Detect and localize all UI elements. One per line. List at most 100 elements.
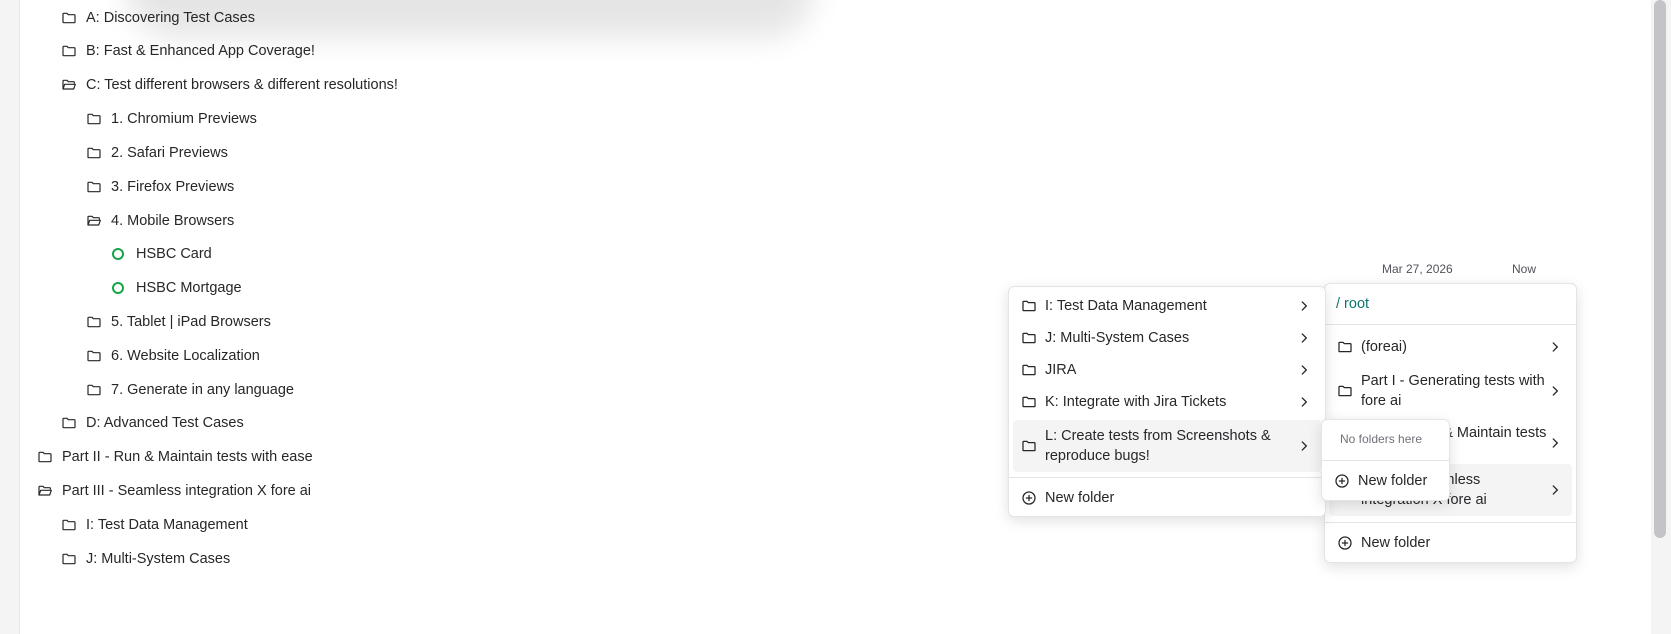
folder-open-icon <box>36 483 54 499</box>
plus-circle-icon <box>1334 473 1350 489</box>
menu-item-label: (foreai) <box>1361 339 1407 355</box>
folder-open-icon <box>85 213 103 229</box>
tree-item-label: 5. Tablet | iPad Browsers <box>111 314 271 330</box>
tree-item-label: J: Multi-System Cases <box>86 551 231 567</box>
chevron-right-icon <box>1548 340 1562 354</box>
tree-item-label: D: Advanced Test Cases <box>86 415 244 431</box>
folder-icon <box>36 449 54 465</box>
tree-item-part-iii[interactable]: Part III - Seamless integration X fore a… <box>36 473 311 509</box>
part-iii-submenu: I: Test Data Management J: Multi-System … <box>1008 286 1326 517</box>
folder-icon <box>60 415 78 431</box>
plus-circle-icon <box>1021 490 1037 506</box>
divider <box>1009 477 1325 478</box>
chevron-right-icon <box>1297 331 1311 345</box>
status-circle-icon <box>112 248 124 260</box>
folder-icon <box>85 179 103 195</box>
empty-folder-popup: No folders here New folder <box>1321 419 1450 501</box>
folder-icon <box>85 348 103 364</box>
root-new-folder-button[interactable]: New folder <box>1329 528 1572 558</box>
submenu-item-jira-tickets[interactable]: K: Integrate with Jira Tickets <box>1013 386 1321 418</box>
folder-icon <box>60 551 78 567</box>
divider <box>1322 460 1449 461</box>
chevron-right-icon <box>1297 299 1311 313</box>
folder-icon <box>60 43 78 59</box>
tree-item-generate[interactable]: 7. Generate in any language <box>85 372 294 408</box>
root-menu-item-part-i[interactable]: Part I - Generating tests with fore ai <box>1329 366 1572 416</box>
tree-item-label: I: Test Data Management <box>86 517 248 533</box>
tree-item-label: 4. Mobile Browsers <box>111 213 235 229</box>
submenu-item-screenshots[interactable]: L: Create tests from Screenshots & repro… <box>1013 420 1321 472</box>
tree-item-test-data[interactable]: I: Test Data Management <box>60 507 248 543</box>
tree-item-label: B: Fast & Enhanced App Coverage! <box>86 43 315 59</box>
folder-icon <box>85 111 103 127</box>
scrollbar-thumb[interactable] <box>1654 0 1666 538</box>
tree-item-localization[interactable]: 6. Website Localization <box>85 338 260 374</box>
folder-icon <box>1021 298 1037 314</box>
folder-icon <box>85 145 103 161</box>
chevron-right-icon <box>1548 436 1562 450</box>
root-path[interactable]: / root <box>1336 296 1369 312</box>
menu-item-label: L: Create tests from Screenshots & repro… <box>1045 428 1271 464</box>
folder-icon <box>1337 339 1353 355</box>
chevron-right-icon <box>1548 384 1562 398</box>
time-column-value: Now <box>1512 262 1537 276</box>
tree-item-a[interactable]: A: Discovering Test Cases <box>60 0 255 36</box>
tree-item-label: 3. Firefox Previews <box>111 179 235 195</box>
submenu-item-jira[interactable]: JIRA <box>1013 354 1321 386</box>
chevron-right-icon <box>1548 483 1562 497</box>
tree-item-part-ii[interactable]: Part II - Run & Maintain tests with ease <box>36 439 313 475</box>
tree-item-label: 1. Chromium Previews <box>111 111 257 127</box>
tree-item-chromium[interactable]: 1. Chromium Previews <box>85 101 257 137</box>
menu-item-label: New folder <box>1045 490 1115 506</box>
folder-icon <box>85 314 103 330</box>
tree-item-c[interactable]: C: Test different browsers & different r… <box>60 67 398 103</box>
submenu-item-test-data[interactable]: I: Test Data Management <box>1013 290 1321 322</box>
folder-icon <box>1337 383 1353 399</box>
empty-folder-message: No folders here <box>1340 432 1423 446</box>
folder-open-icon <box>60 77 78 93</box>
chevron-right-icon <box>1297 439 1311 453</box>
menu-item-label: J: Multi-System Cases <box>1045 330 1190 346</box>
folder-icon <box>1021 438 1037 454</box>
tree-item-label: 6. Website Localization <box>111 348 260 364</box>
tree-item-mobile[interactable]: 4. Mobile Browsers <box>85 203 234 239</box>
tree-item-label: C: Test different browsers & different r… <box>86 77 398 93</box>
root-menu-item-foreai[interactable]: (foreai) <box>1329 331 1572 363</box>
folder-icon <box>60 517 78 533</box>
menu-item-label: New folder <box>1361 535 1431 551</box>
tree-item-firefox[interactable]: 3. Firefox Previews <box>85 169 234 205</box>
menu-item-label: K: Integrate with Jira Tickets <box>1045 394 1227 410</box>
tree-item-hsbc-card[interactable]: HSBC Card <box>109 236 212 272</box>
tree-item-label: HSBC Card <box>136 246 212 262</box>
date-column-value: Mar 27, 2026 <box>1382 262 1453 276</box>
tree-item-label: Part III - Seamless integration X fore a… <box>62 483 312 499</box>
menu-item-label: JIRA <box>1045 362 1077 378</box>
folder-icon <box>85 382 103 398</box>
tree-item-label: A: Discovering Test Cases <box>86 10 255 26</box>
folder-icon <box>60 10 78 26</box>
folder-icon <box>1021 330 1037 346</box>
submenu-new-folder-button[interactable]: New folder <box>1013 483 1321 513</box>
chevron-right-icon <box>1297 395 1311 409</box>
tree-item-safari[interactable]: 2. Safari Previews <box>85 135 228 171</box>
tree-item-multi-system[interactable]: J: Multi-System Cases <box>60 541 230 577</box>
tree-item-hsbc-mortgage[interactable]: HSBC Mortgage <box>109 270 242 306</box>
tree-item-b[interactable]: B: Fast & Enhanced App Coverage! <box>60 33 315 69</box>
menu-item-label: I: Test Data Management <box>1045 298 1207 314</box>
status-circle-icon <box>112 282 124 294</box>
tree-item-d[interactable]: D: Advanced Test Cases <box>60 405 244 441</box>
chevron-right-icon <box>1297 363 1311 377</box>
divider <box>1325 522 1576 523</box>
tree-item-tablet[interactable]: 5. Tablet | iPad Browsers <box>85 304 271 340</box>
submenu-item-multi-system[interactable]: J: Multi-System Cases <box>1013 322 1321 354</box>
tree-item-label: HSBC Mortgage <box>136 280 242 296</box>
tree-item-label: 2. Safari Previews <box>111 145 228 161</box>
plus-circle-icon <box>1337 535 1353 551</box>
menu-item-label: New folder <box>1358 473 1428 489</box>
popup-new-folder-button[interactable]: New folder <box>1326 465 1445 497</box>
divider <box>1325 324 1576 325</box>
tree-item-label: Part II - Run & Maintain tests with ease <box>62 449 313 465</box>
folder-icon <box>1021 362 1037 378</box>
menu-item-label: Part I - Generating tests with fore ai <box>1361 373 1545 409</box>
folder-icon <box>1021 394 1037 410</box>
